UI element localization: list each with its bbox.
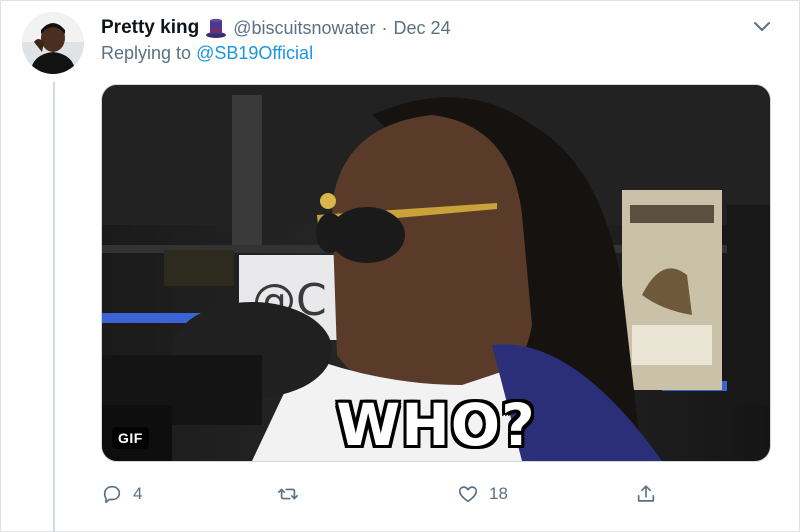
replying-to: Replying to @SB19Official <box>101 43 313 64</box>
user-handle[interactable]: @biscuitsnowater <box>233 18 375 39</box>
reply-count: 4 <box>133 484 143 503</box>
tweet-header: Pretty king @biscuitsnowater · Dec 24 <box>101 15 451 41</box>
tweet-actions: 4 18 <box>101 480 661 508</box>
replying-prefix: Replying to <box>101 43 192 63</box>
reply-button[interactable]: 4 <box>101 480 142 508</box>
separator-dot: · <box>381 17 388 38</box>
avatar[interactable] <box>22 12 84 74</box>
gif-caption: WHO? <box>336 391 536 459</box>
share-icon <box>637 485 655 502</box>
retweet-icon <box>278 488 298 500</box>
reply-icon <box>103 485 121 504</box>
like-button[interactable]: 18 <box>457 480 508 508</box>
heart-icon <box>458 486 478 503</box>
thread-connector-line <box>53 82 55 532</box>
replying-to-link[interactable]: @SB19Official <box>196 43 313 63</box>
top-hat-emoji-icon <box>205 17 227 39</box>
like-count: 18 <box>489 484 508 503</box>
tweet-date[interactable]: Dec 24 <box>394 18 451 39</box>
retweet-button[interactable] <box>277 480 309 508</box>
chevron-down-icon[interactable] <box>752 20 772 34</box>
tweet-media-gif[interactable]: @C GIF WHO? <box>101 84 771 462</box>
display-name[interactable]: Pretty king <box>101 17 199 39</box>
share-button[interactable] <box>635 480 657 508</box>
